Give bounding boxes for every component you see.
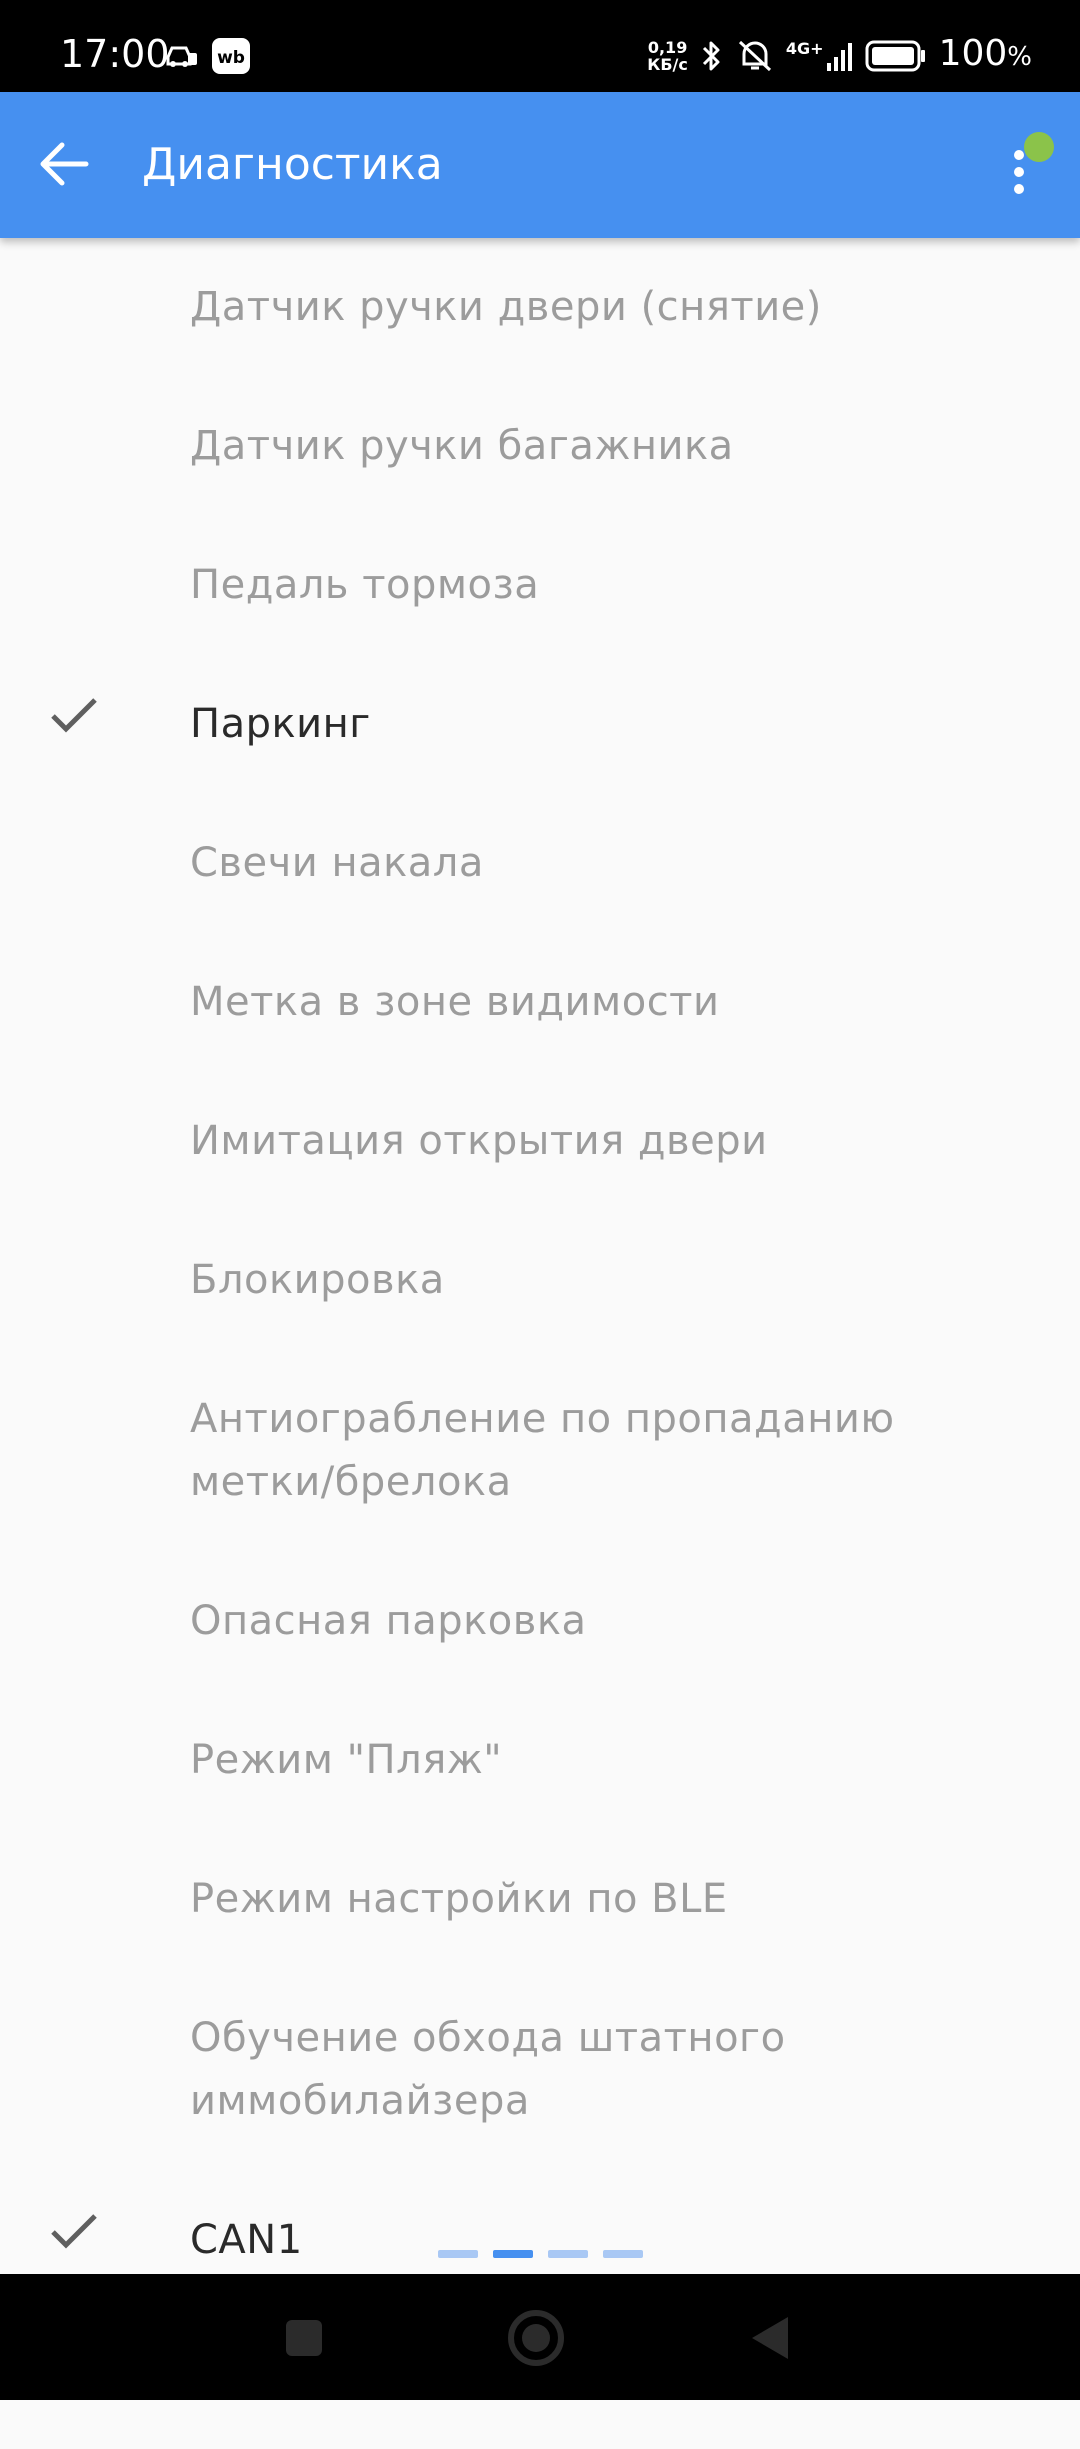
list-item-label: Метка в зоне видимости (190, 979, 720, 1025)
list-item-label: Режим "Пляж" (190, 1737, 503, 1783)
network-type: 4G+ (785, 38, 824, 58)
notification-badge (1024, 132, 1054, 162)
list-item[interactable]: Обучение обхода штатного иммобилайзера (0, 1969, 1080, 2171)
list-item-label: Датчик ручки двери (снятие) (190, 284, 822, 330)
list-item[interactable]: Опасная парковка (0, 1552, 1080, 1691)
battery-icon (865, 40, 925, 71)
page-dot[interactable] (548, 2250, 588, 2258)
list-item-label: Имитация открытия двери (190, 1118, 768, 1164)
arrow-back-icon (40, 142, 89, 186)
list-item-label: Свечи накала (190, 840, 484, 886)
list-item[interactable]: Паркинг (0, 655, 1080, 794)
list-item-label: Опасная парковка (190, 1598, 587, 1644)
diagnostics-list: Датчик ручки двери (снятие) Датчик ручки … (0, 238, 1080, 2449)
triangle-back-icon (752, 2317, 788, 2359)
list-item[interactable]: Режим "Пляж" (0, 1691, 1080, 1830)
network-speed-unit: КБ/с (647, 54, 688, 74)
list-item[interactable]: Режим настройки по BLE (0, 1830, 1080, 1969)
svg-text:wb: wb (217, 48, 245, 68)
list-item-label: Режим настройки по BLE (190, 1876, 728, 1922)
recents-button[interactable] (274, 2308, 334, 2368)
list-item[interactable]: Имитация открытия двери (0, 1072, 1080, 1211)
home-circle-icon (508, 2310, 564, 2366)
battery-unit: % (1007, 42, 1032, 72)
list-item[interactable]: Педаль тормоза (0, 516, 1080, 655)
page-dot[interactable] (493, 2250, 533, 2258)
status-right-icons: 0,19 КБ/с 4G+ 100% (647, 34, 1032, 77)
battery-level: 100% (939, 34, 1032, 77)
check-icon (51, 698, 97, 733)
list-item[interactable]: Датчик ручки двери (снятие) (0, 238, 1080, 377)
battery-value: 100 (938, 33, 1008, 74)
status-left-icons: wb (164, 38, 250, 74)
network-speed-value: 0,19 (647, 37, 688, 57)
page-dot[interactable] (438, 2250, 478, 2258)
check-icon (51, 2214, 97, 2249)
bluetooth-icon (702, 41, 720, 70)
more-vert-icon (1014, 184, 1024, 194)
cell-signal: 4G+ (785, 38, 853, 71)
network-speed: 0,19 КБ/с (647, 39, 688, 73)
list-item-label: Паркинг (190, 701, 371, 747)
list-item-label: Блокировка (190, 1257, 445, 1303)
alarm-off-icon (738, 40, 771, 71)
list-item-label: CAN1 (190, 2217, 303, 2263)
list-item-label: Обучение обхода штатного иммобилайзера (190, 2015, 786, 2124)
list-item[interactable]: Метка в зоне видимости (0, 933, 1080, 1072)
app-bar: Диагностика (0, 92, 1080, 238)
status-bar: 17:00 wb 0,19 КБ/с 4G+ 100% (0, 0, 1080, 92)
page-dot[interactable] (603, 2250, 643, 2258)
square-icon (286, 2320, 322, 2356)
home-button[interactable] (506, 2308, 566, 2368)
list-item[interactable]: Свечи накала (0, 794, 1080, 933)
page-title: Диагностика (142, 139, 443, 190)
list-item[interactable]: Блокировка (0, 1211, 1080, 1350)
back-nav-button[interactable] (740, 2308, 800, 2368)
page-indicator (438, 2250, 643, 2258)
list-item-label: Педаль тормоза (190, 562, 540, 608)
more-vert-icon (1014, 167, 1024, 177)
list-item-label: Датчик ручки багажника (190, 423, 734, 469)
more-vert-icon (1014, 150, 1024, 160)
wildberries-app-icon: wb (212, 38, 250, 74)
car-icon (166, 46, 197, 67)
status-time: 17:00 (60, 32, 170, 76)
list-item-label: Антиограбление по пропаданию метки/брело… (190, 1396, 895, 1505)
back-button[interactable] (24, 124, 104, 204)
system-nav-bar (0, 2274, 1080, 2400)
list-item[interactable]: Антиограбление по пропаданию метки/брело… (0, 1350, 1080, 1552)
signal-bars-icon (826, 42, 852, 71)
overflow-menu-button[interactable] (990, 132, 1054, 212)
list-item[interactable]: Датчик ручки багажника (0, 377, 1080, 516)
